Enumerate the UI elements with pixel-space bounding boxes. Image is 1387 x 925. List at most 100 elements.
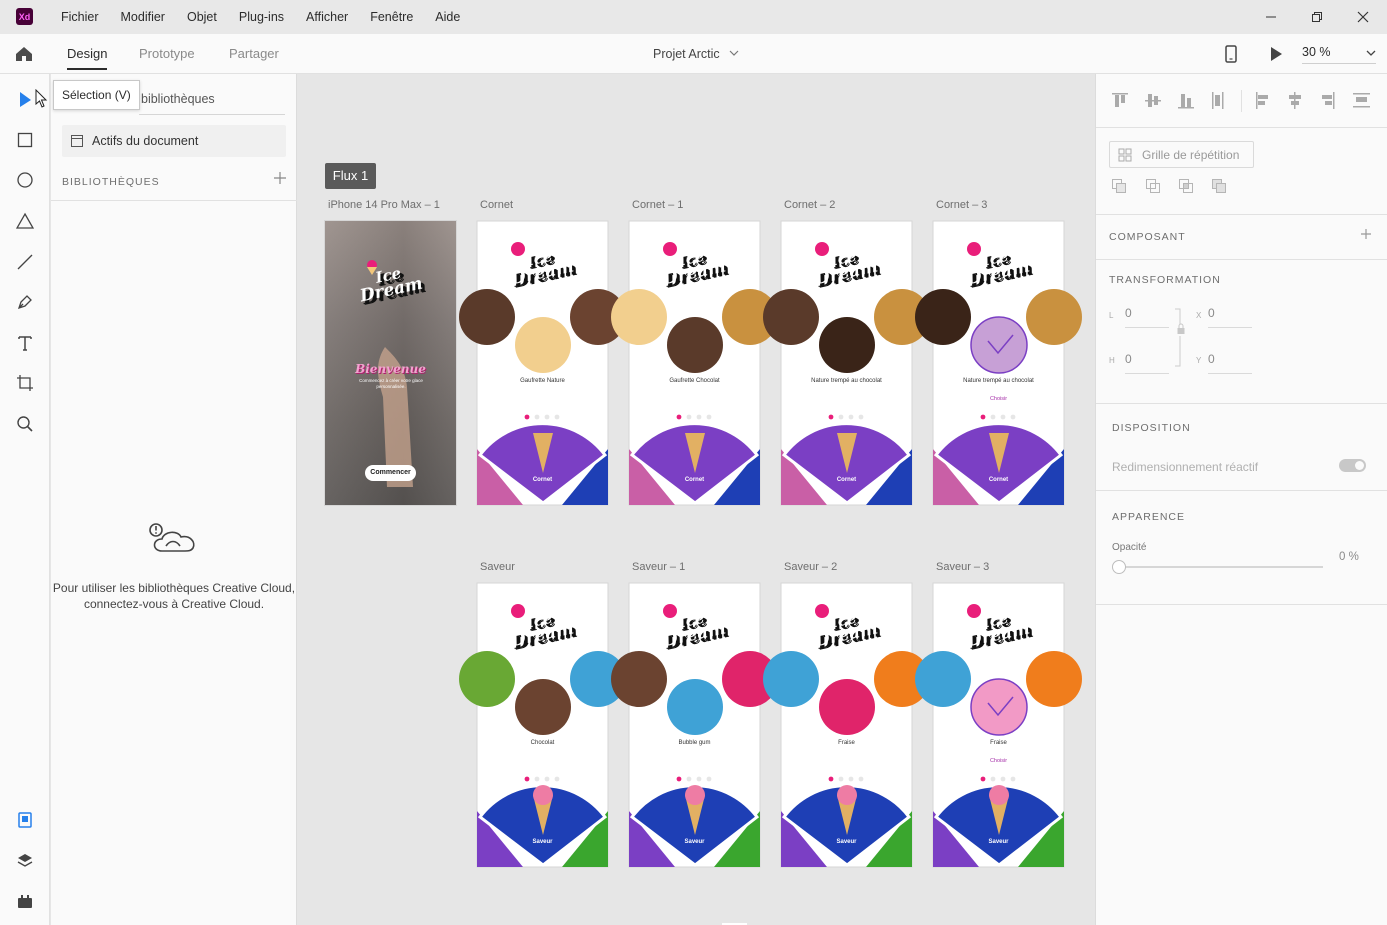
polygon-tool[interactable] <box>13 209 37 233</box>
pager-dot[interactable] <box>676 776 682 782</box>
add-component-button[interactable] <box>1360 228 1372 243</box>
pager-dot[interactable] <box>696 776 702 782</box>
repeat-grid-button[interactable]: Grille de répétition <box>1109 141 1254 168</box>
menu-modifier[interactable]: Modifier <box>110 10 176 24</box>
device-preview-button[interactable] <box>1222 44 1240 69</box>
select-tool[interactable] <box>13 88 37 112</box>
pager-dot[interactable] <box>686 776 692 782</box>
subtract-icon[interactable] <box>1146 179 1160 193</box>
pager-dot[interactable] <box>676 414 682 420</box>
pager-dot[interactable] <box>1010 776 1016 782</box>
lock-aspect-icon[interactable] <box>1174 308 1188 368</box>
pager-dot[interactable] <box>706 414 712 420</box>
libraries-panel-button[interactable] <box>13 808 37 832</box>
pager-dot[interactable] <box>838 776 844 782</box>
menu-afficher[interactable]: Afficher <box>295 10 359 24</box>
pager-dot[interactable] <box>544 414 550 420</box>
plugins-panel-button[interactable] <box>13 889 37 913</box>
flavor-center-circle[interactable] <box>667 317 723 373</box>
flavor-center-circle[interactable] <box>667 679 723 735</box>
pager-dot[interactable] <box>828 414 834 420</box>
opacity-value[interactable]: 0 % <box>1339 551 1359 563</box>
menu-objet[interactable]: Objet <box>176 10 228 24</box>
pager-dot[interactable] <box>848 414 854 420</box>
home-button[interactable] <box>14 44 34 69</box>
pager-dot[interactable] <box>524 776 530 782</box>
minimize-button[interactable] <box>1248 0 1294 34</box>
pager-dot[interactable] <box>1010 414 1016 420</box>
pager-dot[interactable] <box>980 414 986 420</box>
distribute-horizontal-icon[interactable] <box>1353 93 1370 108</box>
align-center-icon[interactable] <box>1289 92 1301 109</box>
pager-dot[interactable] <box>554 414 560 420</box>
line-tool[interactable] <box>13 250 37 274</box>
flavor-center-circle[interactable] <box>515 317 571 373</box>
pager-dot[interactable] <box>696 414 702 420</box>
flavor-center-circle[interactable] <box>515 679 571 735</box>
pager-dot[interactable] <box>686 414 692 420</box>
text-tool[interactable] <box>13 331 37 355</box>
pen-tool[interactable] <box>13 290 37 314</box>
flavor-center-circle[interactable] <box>819 679 875 735</box>
tab-design[interactable]: Design <box>67 34 108 74</box>
pager-dot[interactable] <box>706 776 712 782</box>
pager-dot[interactable] <box>838 414 844 420</box>
x-field[interactable]: 0 <box>1208 306 1252 328</box>
intersect-icon[interactable] <box>1179 179 1193 193</box>
align-left-icon[interactable] <box>1256 92 1268 109</box>
pager-dot[interactable] <box>990 776 996 782</box>
zoom-select[interactable]: 30 % <box>1302 34 1376 74</box>
choose-link: Choisir <box>989 758 1008 764</box>
rectangle-tool[interactable] <box>13 128 37 152</box>
pager-dot[interactable] <box>544 776 550 782</box>
align-middle-icon[interactable] <box>1145 94 1161 107</box>
align-top-icon[interactable] <box>1112 93 1128 107</box>
tab-prototype[interactable]: Prototype <box>139 34 195 74</box>
flavor-caption: Gaufrette Nature <box>520 378 565 384</box>
responsive-resize-toggle[interactable] <box>1339 459 1366 472</box>
ellipse-tool[interactable] <box>13 168 37 192</box>
pager-dot[interactable] <box>980 776 986 782</box>
pager-dot[interactable] <box>534 776 540 782</box>
pager-dot[interactable] <box>1000 776 1006 782</box>
document-title[interactable]: Projet Arctic <box>653 34 739 74</box>
height-field[interactable]: 0 <box>1125 352 1169 374</box>
design-canvas[interactable]: Flux 1 iPhone 14 Pro Max – 1 Cornet Corn… <box>297 74 1095 925</box>
zoom-tool[interactable] <box>13 412 37 436</box>
add-library-button[interactable] <box>273 171 287 190</box>
pager-dot[interactable] <box>858 776 864 782</box>
align-bottom-icon[interactable] <box>1178 94 1194 109</box>
pager-dot[interactable] <box>848 776 854 782</box>
menu-aide[interactable]: Aide <box>424 10 471 24</box>
distribute-vertical-icon[interactable] <box>1212 92 1224 109</box>
artboard-tool[interactable] <box>13 371 37 395</box>
libraries-search-input[interactable]: bibliothèques <box>141 92 215 106</box>
width-field[interactable]: 0 <box>1125 306 1169 328</box>
menu-plugins[interactable]: Plug-ins <box>228 10 295 24</box>
pager-dot[interactable] <box>554 776 560 782</box>
y-field[interactable]: 0 <box>1208 352 1252 374</box>
menu-fichier[interactable]: Fichier <box>50 10 110 24</box>
flavor-center-circle[interactable] <box>819 317 875 373</box>
close-window-button[interactable] <box>1340 0 1386 34</box>
opacity-label: Opacité <box>1112 542 1147 553</box>
align-right-icon[interactable] <box>1322 92 1335 109</box>
width-label: L <box>1109 311 1114 320</box>
tab-partager[interactable]: Partager <box>229 34 279 74</box>
exclude-icon[interactable] <box>1212 179 1226 193</box>
pager-dot[interactable] <box>534 414 540 420</box>
union-icon[interactable] <box>1112 179 1126 193</box>
play-preview-button[interactable] <box>1268 45 1284 68</box>
pager-dot[interactable] <box>990 414 996 420</box>
opacity-slider-track[interactable] <box>1118 566 1323 568</box>
menu-fenetre[interactable]: Fenêtre <box>359 10 424 24</box>
pager-dot[interactable] <box>858 414 864 420</box>
layers-panel-button[interactable] <box>13 849 37 873</box>
restore-button[interactable] <box>1294 0 1340 34</box>
pager-dot[interactable] <box>828 776 834 782</box>
document-assets-item[interactable]: Actifs du document <box>62 125 286 157</box>
section-divider <box>1096 604 1387 605</box>
pager-dot[interactable] <box>524 414 530 420</box>
opacity-slider-handle[interactable] <box>1112 560 1126 574</box>
pager-dot[interactable] <box>1000 414 1006 420</box>
